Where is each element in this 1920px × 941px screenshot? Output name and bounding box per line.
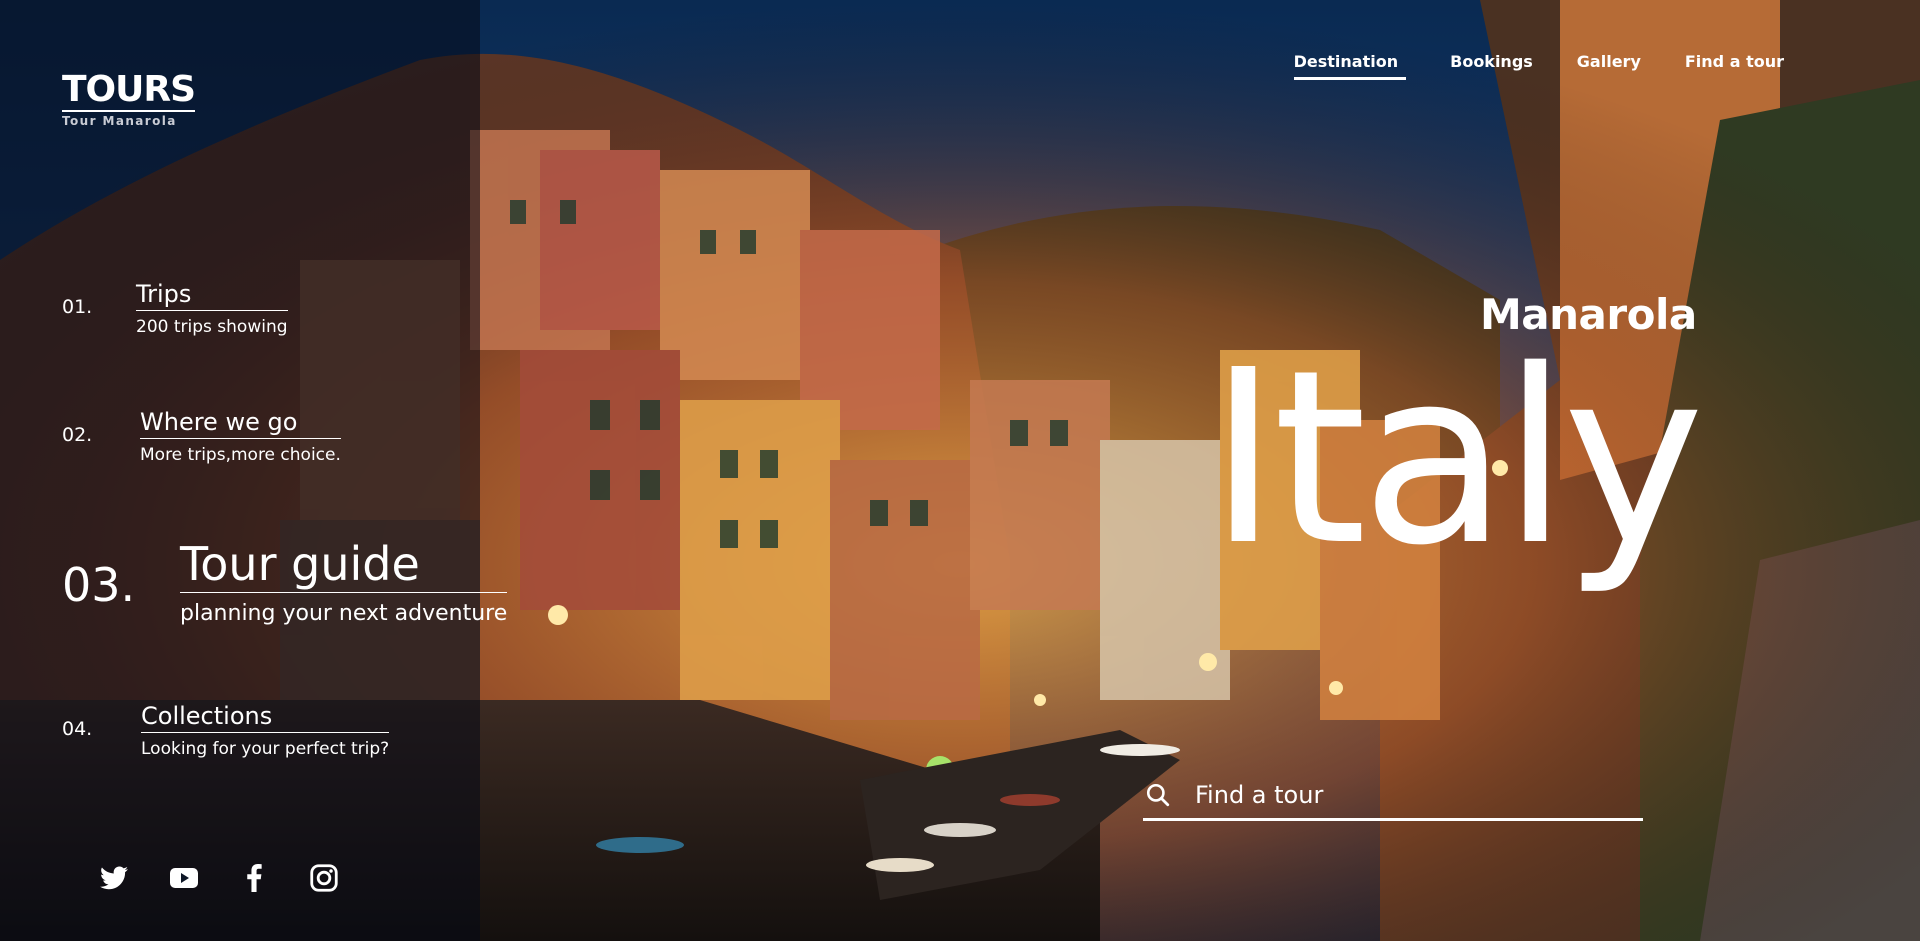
menu-item-number: 03. — [62, 558, 136, 612]
nav-item-gallery[interactable]: Gallery — [1577, 52, 1641, 80]
twitter-icon[interactable] — [100, 864, 128, 892]
search-input[interactable] — [1193, 780, 1617, 810]
search-icon — [1146, 783, 1170, 807]
nav-item-find-a-tour[interactable]: Find a tour — [1685, 52, 1784, 80]
side-panel — [0, 0, 480, 941]
menu-item-sub: Looking for your perfect trip? — [141, 739, 390, 759]
menu-item-label: Where we go — [140, 408, 341, 439]
menu-item-label: Tour guide — [180, 538, 508, 593]
facebook-icon[interactable] — [240, 864, 268, 892]
brand-subtitle: Tour Manarola — [62, 114, 177, 128]
menu-item-where-we-go[interactable]: 02. Where we go More trips,more choice. — [62, 408, 341, 465]
brand-logo[interactable]: TOURS Tour Manarola — [62, 69, 196, 128]
menu-item-sub: 200 trips showing — [136, 317, 288, 337]
menu-item-label: Collections — [141, 702, 390, 733]
youtube-icon[interactable] — [170, 864, 198, 892]
menu-item-sub: More trips,more choice. — [140, 445, 341, 465]
menu-item-text: Tour guide planning your next adventure — [180, 538, 508, 626]
page: TOURS Tour Manarola Destination Bookings… — [0, 0, 1920, 941]
menu-item-collections[interactable]: 04. Collections Looking for your perfect… — [62, 702, 390, 759]
menu-item-trips[interactable]: 01. Trips 200 trips showing — [62, 280, 288, 337]
instagram-icon[interactable] — [310, 864, 338, 892]
menu-item-text: Collections Looking for your perfect tri… — [141, 702, 390, 759]
menu-item-number: 04. — [62, 718, 93, 740]
menu-item-label: Trips — [136, 280, 288, 311]
menu-item-number: 01. — [62, 296, 93, 318]
social-links — [100, 864, 338, 892]
top-nav: Destination Bookings Gallery Find a tour — [1293, 52, 1784, 80]
menu-item-number: 02. — [62, 424, 93, 446]
menu-item-text: Where we go More trips,more choice. — [140, 408, 341, 465]
menu-item-tour-guide[interactable]: 03. Tour guide planning your next advent… — [62, 538, 508, 626]
menu-item-text: Trips 200 trips showing — [136, 280, 288, 337]
nav-item-destination[interactable]: Destination — [1293, 52, 1407, 80]
nav-item-bookings[interactable]: Bookings — [1450, 52, 1533, 80]
brand-title: TOURS — [62, 69, 196, 112]
hero-title: Italy — [1208, 318, 1705, 598]
menu-item-sub: planning your next adventure — [180, 601, 508, 626]
search-bar[interactable] — [1143, 772, 1643, 821]
